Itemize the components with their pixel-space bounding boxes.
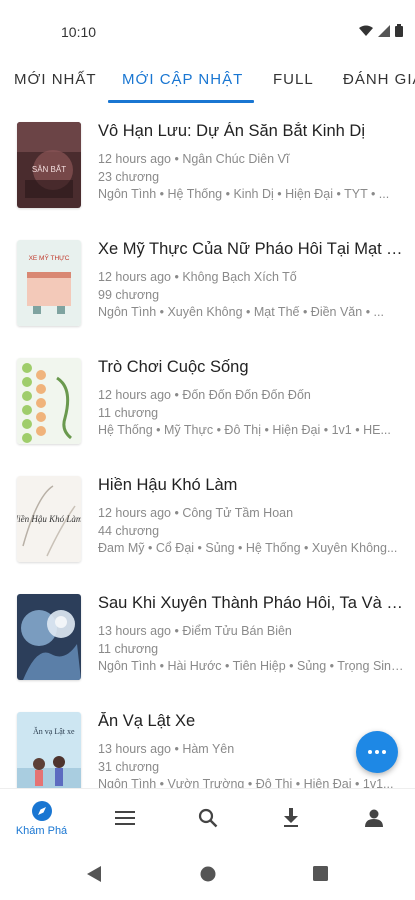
home-icon[interactable] [200, 866, 216, 882]
author: Đốn Đốn Đốn Đốn Đốn [182, 388, 311, 402]
battery-icon [395, 24, 403, 37]
status-time: 10:10 [61, 24, 97, 40]
more-horiz-icon [368, 750, 372, 754]
nav-explore-label: Khám Phá [15, 824, 68, 837]
story-item[interactable]: XE MỸ THỰC Xe Mỹ Thực Của Nữ Pháo Hôi Tạ… [0, 222, 415, 340]
story-tags: Đam Mỹ • Cổ Đại • Sủng • Hệ Thống • Xuyê… [98, 541, 398, 555]
story-tags: Ngôn Tình • Vườn Trường • Đô Thị • Hiện … [98, 777, 394, 788]
updated-time: 12 hours ago [98, 506, 171, 520]
status-bar: 10:10 [0, 0, 415, 60]
chapter-count: 99 chương [98, 288, 160, 302]
tab-newest[interactable]: MỚI NHẤT [14, 71, 97, 88]
status-icons [359, 24, 403, 37]
cover-text: SĂN BẮT [32, 165, 66, 174]
author: Công Tử Tầm Hoan [182, 506, 294, 520]
story-cover [17, 358, 81, 444]
story-title: Ăn Vạ Lật Xe [98, 712, 196, 730]
person-icon [364, 809, 383, 827]
story-meta: 12 hours ago • Ngân Chúc Diên Vĩ [98, 152, 290, 166]
story-meta: 12 hours ago • Đốn Đốn Đốn Đốn Đốn [98, 388, 311, 402]
story-list: SĂN BẮT Vô Hạn Lưu: Dự Án Săn Bắt Kinh D… [0, 104, 415, 788]
search-icon [198, 808, 217, 828]
tab-recently-updated[interactable]: MỚI CẬP NHẬT [122, 71, 243, 88]
category-tabs: MỚI NHẤT MỚI CẬP NHẬT FULL ĐÁNH GIÁ [0, 60, 415, 104]
story-title: Sau Khi Xuyên Thành Pháo Hôi, Ta Và Nam … [98, 594, 408, 612]
story-meta: 13 hours ago • Hàm Yên [98, 742, 235, 756]
chapter-count: 23 chương [98, 170, 160, 184]
author: Ngân Chúc Diên Vĩ [182, 152, 290, 166]
nav-account[interactable] [332, 789, 415, 847]
system-nav-bar [0, 846, 415, 900]
author: Hàm Yên [182, 742, 235, 756]
fab-dot [382, 750, 386, 754]
chapter-count: 44 chương [98, 524, 160, 538]
story-item[interactable]: Trò Chơi Cuộc Sống 12 hours ago • Đốn Đố… [0, 340, 415, 458]
bottom-nav: Khám Phá [0, 788, 415, 846]
story-title: Vô Hạn Lưu: Dự Án Săn Bắt Kinh Dị [98, 122, 365, 140]
tab-rating[interactable]: ĐÁNH GIÁ [343, 71, 415, 88]
tab-indicator [108, 100, 254, 103]
story-cover [17, 594, 81, 680]
back-icon[interactable] [87, 866, 101, 882]
updated-time: 12 hours ago [98, 388, 171, 402]
updated-time: 12 hours ago [98, 152, 171, 166]
fab-dot [375, 750, 379, 754]
story-tags: Hệ Thống • Mỹ Thực • Đô Thị • Hiện Đại •… [98, 423, 391, 437]
story-tags: Ngôn Tình • Hài Hước • Tiên Hiệp • Sủng … [98, 659, 408, 673]
story-item[interactable]: SĂN BẮT Vô Hạn Lưu: Dự Án Săn Bắt Kinh D… [0, 104, 415, 222]
updated-time: 13 hours ago [98, 742, 171, 756]
story-cover: XE MỸ THỰC [17, 240, 81, 326]
cover-text: XE MỸ THỰC [29, 253, 70, 262]
story-cover: Hiền Hậu Khó Làm [17, 476, 81, 562]
wifi-icon [359, 25, 373, 36]
updated-time: 13 hours ago [98, 624, 171, 638]
compass-icon [31, 800, 52, 821]
more-options-fab[interactable] [356, 731, 398, 773]
nav-downloads[interactable] [249, 789, 332, 847]
story-meta: 13 hours ago • Điểm Tửu Bán Biên [98, 624, 292, 638]
nav-categories[interactable] [83, 789, 166, 847]
story-cover: Ăn vạ Lật xe [17, 712, 81, 788]
menu-icon [114, 811, 135, 825]
author: Không Bạch Xích Tố [182, 270, 297, 284]
story-meta: 12 hours ago • Công Tử Tầm Hoan [98, 506, 294, 520]
nav-explore[interactable]: Khám Phá [0, 789, 83, 847]
chapter-count: 31 chương [98, 760, 160, 774]
story-item[interactable]: Ăn vạ Lật xe Ăn Vạ Lật Xe 13 hours ago •… [0, 694, 415, 788]
story-title: Hiền Hậu Khó Làm [98, 476, 238, 494]
author: Điểm Tửu Bán Biên [182, 624, 292, 638]
chapter-count: 11 chương [98, 642, 159, 656]
chapter-count: 11 chương [98, 406, 159, 420]
recents-icon[interactable] [313, 866, 328, 881]
story-tags: Ngôn Tình • Hệ Thống • Kinh Dị • Hiện Đạ… [98, 187, 390, 201]
cover-text: Ăn vạ Lật xe [33, 727, 75, 736]
story-item[interactable]: Hiền Hậu Khó Làm Hiền Hậu Khó Làm 12 hou… [0, 458, 415, 576]
story-tags: Ngôn Tình • Xuyên Không • Mạt Thế • Điền… [98, 305, 384, 319]
story-meta: 12 hours ago • Không Bạch Xích Tố [98, 270, 297, 284]
story-title: Xe Mỹ Thực Của Nữ Pháo Hôi Tại Mạt Thế [98, 240, 408, 258]
cover-text: Hiền Hậu Khó Làm [17, 514, 81, 524]
story-item[interactable]: Sau Khi Xuyên Thành Pháo Hôi, Ta Và Nam … [0, 576, 415, 694]
story-cover: SĂN BẮT [17, 122, 81, 208]
signal-icon [378, 24, 390, 37]
updated-time: 12 hours ago [98, 270, 171, 284]
nav-search[interactable] [166, 789, 249, 847]
story-title: Trò Chơi Cuộc Sống [98, 358, 249, 376]
tab-full[interactable]: FULL [273, 71, 314, 88]
download-icon [283, 808, 298, 827]
